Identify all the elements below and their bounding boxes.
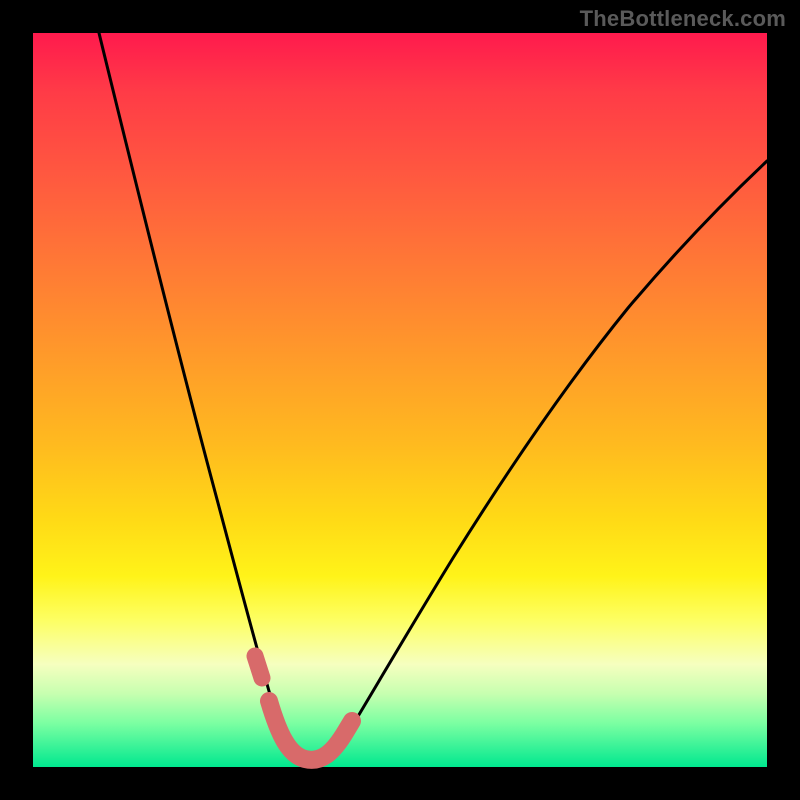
watermark-text: TheBottleneck.com xyxy=(580,6,786,32)
highlight-dash xyxy=(255,656,262,678)
chart-frame: TheBottleneck.com xyxy=(0,0,800,800)
bottleneck-curve xyxy=(99,33,767,760)
highlight-bottom xyxy=(269,701,352,760)
curve-layer xyxy=(33,33,767,767)
